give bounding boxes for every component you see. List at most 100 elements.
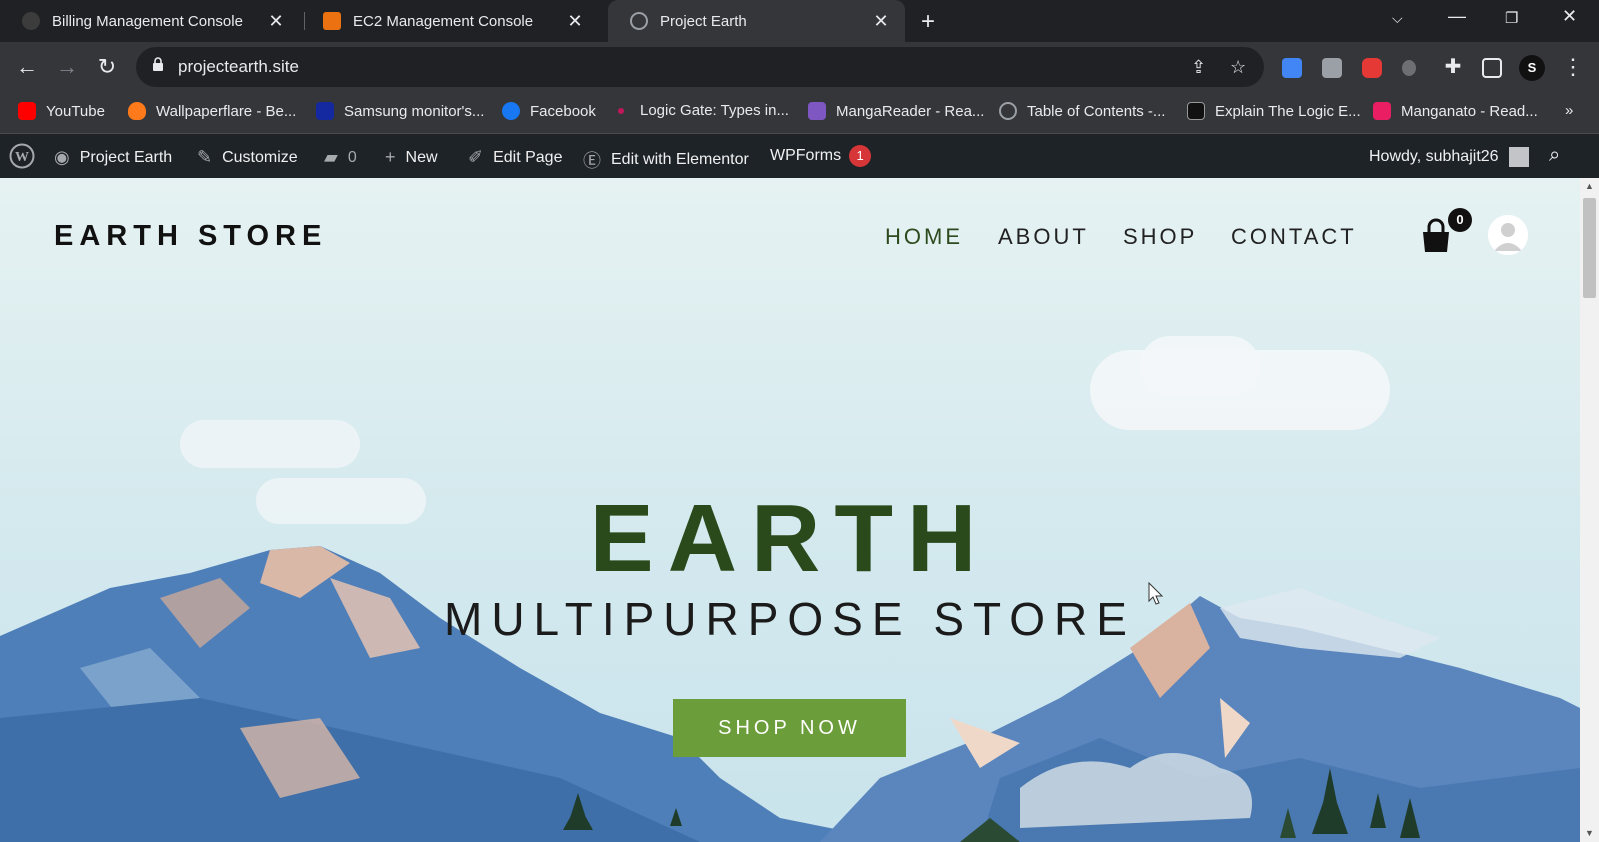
- close-tab-icon[interactable]: ✕: [871, 11, 891, 32]
- bookmark-samsung[interactable]: Samsung monitor's...: [316, 102, 484, 120]
- shop-now-button[interactable]: SHOP NOW: [673, 699, 906, 757]
- edit-elementor-label: Edit with Elementor: [611, 151, 749, 168]
- bookmark-label: Samsung monitor's...: [344, 102, 485, 120]
- address-bar[interactable]: projectearth.site ⇪ ☆: [136, 47, 1264, 87]
- bookmark-logic-gate[interactable]: Logic Gate: Types in...: [618, 102, 789, 119]
- youtube-icon: [18, 102, 36, 120]
- dot-icon: [618, 107, 624, 114]
- bookmark-explain-logic[interactable]: Explain The Logic E...: [1187, 102, 1361, 120]
- customize-label: Customize: [222, 148, 298, 166]
- bookmark-label: Manganato - Read...: [1401, 102, 1538, 120]
- bookmark-star-icon[interactable]: ☆: [1230, 57, 1246, 78]
- restore-button[interactable]: ❐: [1505, 9, 1518, 27]
- bookmark-facebook[interactable]: Facebook: [502, 102, 596, 120]
- tab-title: Billing Management Console: [52, 12, 243, 30]
- nav-home[interactable]: HOME: [885, 224, 963, 250]
- puzzle-icon[interactable]: ✚: [1440, 54, 1466, 79]
- browser-tab-bar: Billing Management Console ✕ EC2 Managem…: [0, 0, 1599, 42]
- bookmarks-bar: YouTube Wallpaperflare - Be... Samsung m…: [0, 92, 1599, 134]
- nav-about[interactable]: ABOUT: [998, 224, 1089, 250]
- browser-toolbar: ← → ↻ projectearth.site ⇪ ☆ ✚ S ⋮: [0, 42, 1599, 92]
- pencil-icon: ✐: [468, 147, 484, 167]
- cloud: [1140, 336, 1260, 396]
- bookmark-label: Logic Gate: Types in...: [640, 102, 789, 119]
- bookmark-table-of-contents[interactable]: Table of Contents -...: [999, 102, 1165, 120]
- user-avatar-icon: [1508, 147, 1529, 167]
- edit-page-label: Edit Page: [493, 148, 563, 166]
- share-icon[interactable]: ⇪: [1191, 57, 1206, 78]
- bookmark-label: Wallpaperflare - Be...: [156, 102, 297, 120]
- wp-site-name[interactable]: ◉ Project Earth: [54, 147, 172, 168]
- comment-icon: ▰: [324, 147, 338, 167]
- wp-comments[interactable]: ▰ 0: [324, 147, 357, 168]
- dashboard-icon: ◉: [54, 147, 70, 167]
- wordpress-logo-icon[interactable]: W: [9, 143, 35, 169]
- forward-button[interactable]: →: [54, 54, 80, 80]
- more-bookmarks-icon[interactable]: »: [1565, 102, 1573, 119]
- wp-wpforms[interactable]: WPForms 1: [770, 145, 872, 167]
- side-panel-icon[interactable]: [1482, 58, 1502, 78]
- menu-icon[interactable]: ⋮: [1560, 54, 1586, 80]
- wp-account[interactable]: Howdy, subhajit26: [1369, 147, 1529, 167]
- howdy-label: Howdy, subhajit26: [1369, 148, 1499, 165]
- wp-new[interactable]: + New: [385, 147, 438, 168]
- scrollbar-thumb[interactable]: [1583, 198, 1596, 298]
- bookmark-label: Table of Contents -...: [1027, 102, 1166, 120]
- bookmark-manganato[interactable]: Manganato - Read...: [1373, 102, 1538, 120]
- bookmark-youtube[interactable]: YouTube: [18, 102, 105, 120]
- bookmark-label: Facebook: [530, 102, 596, 120]
- nav-shop[interactable]: SHOP: [1123, 224, 1197, 250]
- close-window-button[interactable]: ✕: [1562, 6, 1577, 27]
- page-scrollbar[interactable]: ▲ ▼: [1580, 178, 1599, 842]
- bookmark-wallpaperflare[interactable]: Wallpaperflare - Be...: [128, 102, 296, 120]
- wp-edit-elementor[interactable]: Ⓔ Edit with Elementor: [583, 147, 749, 173]
- profile-avatar[interactable]: S: [1519, 55, 1545, 81]
- extension-icon[interactable]: [1322, 58, 1342, 78]
- wp-admin-bar: W ◉ Project Earth ✎ Customize ▰ 0 + New ✐ Edi…: [0, 135, 1599, 178]
- e-letter-icon: [1187, 102, 1205, 120]
- google-translate-icon[interactable]: [1282, 58, 1302, 78]
- bookmark-label: Explain The Logic E...: [1215, 102, 1361, 120]
- comments-count: 0: [347, 148, 357, 166]
- url-text: projectearth.site: [178, 57, 299, 76]
- extension-icon[interactable]: [1402, 60, 1416, 76]
- site-logo[interactable]: EARTH STORE: [54, 220, 327, 253]
- tab-ec2[interactable]: EC2 Management Console ✕: [305, 0, 599, 42]
- close-tab-icon[interactable]: ✕: [565, 11, 585, 32]
- hero-title: EARTH: [589, 485, 991, 592]
- youtube-extension-icon[interactable]: [1362, 58, 1382, 78]
- site-name-label: Project Earth: [79, 148, 173, 166]
- elementor-icon: Ⓔ: [583, 151, 601, 171]
- bookmark-mangareader[interactable]: MangaReader - Rea...: [808, 102, 984, 120]
- nav-contact[interactable]: CONTACT: [1231, 224, 1357, 250]
- tab-project-earth[interactable]: Project Earth ✕: [608, 0, 905, 42]
- mouse-cursor-icon: [1148, 582, 1164, 605]
- aws-icon: [22, 12, 40, 30]
- wpforms-label: WPForms: [770, 147, 842, 164]
- facebook-icon: [502, 102, 520, 120]
- hero-section: EARTH STORE HOME ABOUT SHOP CONTACT 0 EA…: [0, 178, 1580, 842]
- plus-icon: +: [385, 147, 396, 167]
- minimize-button[interactable]: —: [1448, 6, 1466, 27]
- new-tab-button[interactable]: +: [921, 8, 935, 36]
- svg-text:W: W: [15, 150, 29, 165]
- cloud: [180, 420, 360, 468]
- wp-edit-page[interactable]: ✐ Edit Page: [468, 147, 562, 168]
- hero-subtitle: MULTIPURPOSE STORE: [444, 593, 1136, 645]
- tab-billing[interactable]: Billing Management Console ✕: [0, 0, 300, 42]
- new-label: New: [405, 148, 438, 166]
- samsung-icon: [316, 102, 334, 120]
- wp-customize[interactable]: ✎ Customize: [197, 147, 298, 168]
- wp-search-icon[interactable]: ⌕: [1549, 144, 1560, 167]
- globe-icon: [630, 12, 648, 30]
- cart-count-badge: 0: [1448, 208, 1472, 232]
- scroll-down-arrow-icon[interactable]: ▼: [1585, 828, 1594, 838]
- tab-title: EC2 Management Console: [353, 12, 534, 30]
- back-button[interactable]: ←: [14, 54, 40, 80]
- close-tab-icon[interactable]: ✕: [266, 11, 286, 32]
- account-avatar-icon[interactable]: [1488, 215, 1528, 255]
- reload-button[interactable]: ↻: [94, 54, 120, 80]
- flame-icon: [128, 102, 146, 120]
- tab-search-icon[interactable]: ⌵: [1392, 10, 1403, 27]
- scroll-up-arrow-icon[interactable]: ▲: [1585, 181, 1594, 191]
